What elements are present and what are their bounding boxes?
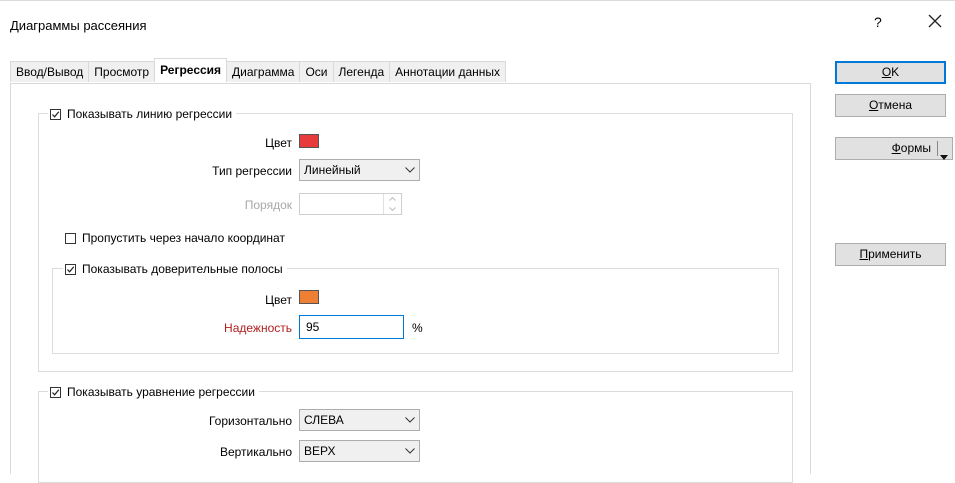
ok-accel: O bbox=[881, 65, 892, 79]
chevron-down-icon bbox=[401, 160, 419, 180]
tab-preview[interactable]: Просмотр bbox=[88, 61, 156, 82]
line-color-label: Цвет bbox=[265, 136, 292, 150]
reliability-unit: % bbox=[412, 321, 423, 335]
vertical-position-select[interactable]: ВЕРХ bbox=[299, 440, 420, 462]
forms-label: ормы bbox=[900, 141, 931, 155]
order-label: Порядок bbox=[244, 198, 292, 212]
apply-button[interactable]: Применить bbox=[835, 243, 946, 266]
caret-down-icon bbox=[940, 155, 948, 160]
show-regression-line-checkbox[interactable] bbox=[50, 108, 61, 120]
spin-up-icon bbox=[384, 194, 401, 204]
help-button[interactable]: ? bbox=[874, 14, 882, 30]
band-color-swatch[interactable] bbox=[299, 290, 319, 304]
chevron-down-icon bbox=[401, 410, 419, 430]
order-spin-buttons bbox=[383, 194, 401, 214]
show-confidence-bands-label: Показывать доверительные полосы bbox=[82, 262, 283, 276]
forms-accel: Ф bbox=[891, 141, 901, 155]
close-button[interactable] bbox=[928, 10, 942, 32]
top-border bbox=[0, 0, 955, 1]
horizontal-position-select[interactable]: СЛЕВА bbox=[299, 409, 420, 431]
chevron-down-icon bbox=[401, 441, 419, 461]
show-confidence-bands-checkbox[interactable] bbox=[65, 263, 76, 275]
tab-data-annotations[interactable]: Аннотации данных bbox=[389, 61, 507, 82]
regression-equation-group bbox=[38, 391, 793, 483]
through-origin-checkbox[interactable] bbox=[65, 232, 76, 244]
through-origin-label: Пропустить через начало координат bbox=[82, 231, 285, 245]
confidence-bands-legend: Показывать доверительные полосы bbox=[63, 260, 287, 278]
close-icon bbox=[928, 14, 942, 28]
horizontal-label: Горизонтально bbox=[208, 414, 292, 428]
horizontal-position-value: СЛЕВА bbox=[304, 413, 344, 427]
forms-dropdown-divider bbox=[937, 141, 938, 156]
regression-line-legend: Показывать линию регрессии bbox=[48, 105, 237, 123]
show-regression-equation-label: Показывать уравнение регрессии bbox=[67, 385, 255, 399]
regression-type-value: Линейный bbox=[304, 163, 361, 177]
show-regression-line-label: Показывать линию регрессии bbox=[67, 107, 233, 121]
tab-axes[interactable]: Оси bbox=[299, 61, 334, 82]
tab-regression[interactable]: Регрессия bbox=[154, 58, 228, 82]
spin-down-icon bbox=[384, 204, 401, 214]
line-color-swatch[interactable] bbox=[299, 134, 319, 148]
apply-label: рименить bbox=[868, 247, 922, 261]
vertical-position-value: ВЕРХ bbox=[304, 444, 336, 458]
cancel-button[interactable]: Отмена bbox=[835, 94, 946, 117]
checkmark-icon bbox=[67, 265, 75, 273]
order-spinner bbox=[299, 193, 402, 215]
cancel-accel: О bbox=[868, 98, 879, 112]
tab-legend[interactable]: Легенда bbox=[332, 61, 391, 82]
regression-equation-legend: Показывать уравнение регрессии bbox=[48, 383, 259, 401]
window-title: Диаграммы рассеяния bbox=[10, 18, 147, 33]
vertical-label: Вертикально bbox=[219, 445, 292, 459]
tab-input-output[interactable]: Ввод/Вывод bbox=[10, 61, 90, 82]
cancel-label: тмена bbox=[878, 98, 913, 112]
regression-type-label: Тип регрессии bbox=[212, 164, 292, 178]
checkmark-icon bbox=[52, 110, 60, 118]
show-regression-equation-checkbox[interactable] bbox=[50, 386, 61, 398]
regression-type-select[interactable]: Линейный bbox=[299, 159, 420, 181]
forms-dropdown-arrow[interactable] bbox=[940, 146, 948, 167]
reliability-input[interactable]: 95 bbox=[299, 315, 404, 339]
forms-button[interactable]: Формы bbox=[835, 137, 953, 160]
tab-bar: Ввод/Вывод Просмотр Регрессия Диаграмма … bbox=[10, 58, 507, 83]
through-origin-row: Пропустить через начало координат bbox=[63, 229, 289, 247]
apply-accel: П bbox=[859, 247, 869, 261]
ok-button[interactable]: OK bbox=[835, 61, 946, 84]
confidence-bands-group bbox=[52, 268, 779, 354]
checkmark-icon bbox=[52, 388, 60, 396]
tab-chart[interactable]: Диаграмма bbox=[226, 61, 301, 82]
ok-label: K bbox=[891, 65, 900, 79]
band-color-label: Цвет bbox=[265, 293, 292, 307]
reliability-label: Надежность bbox=[224, 321, 292, 335]
